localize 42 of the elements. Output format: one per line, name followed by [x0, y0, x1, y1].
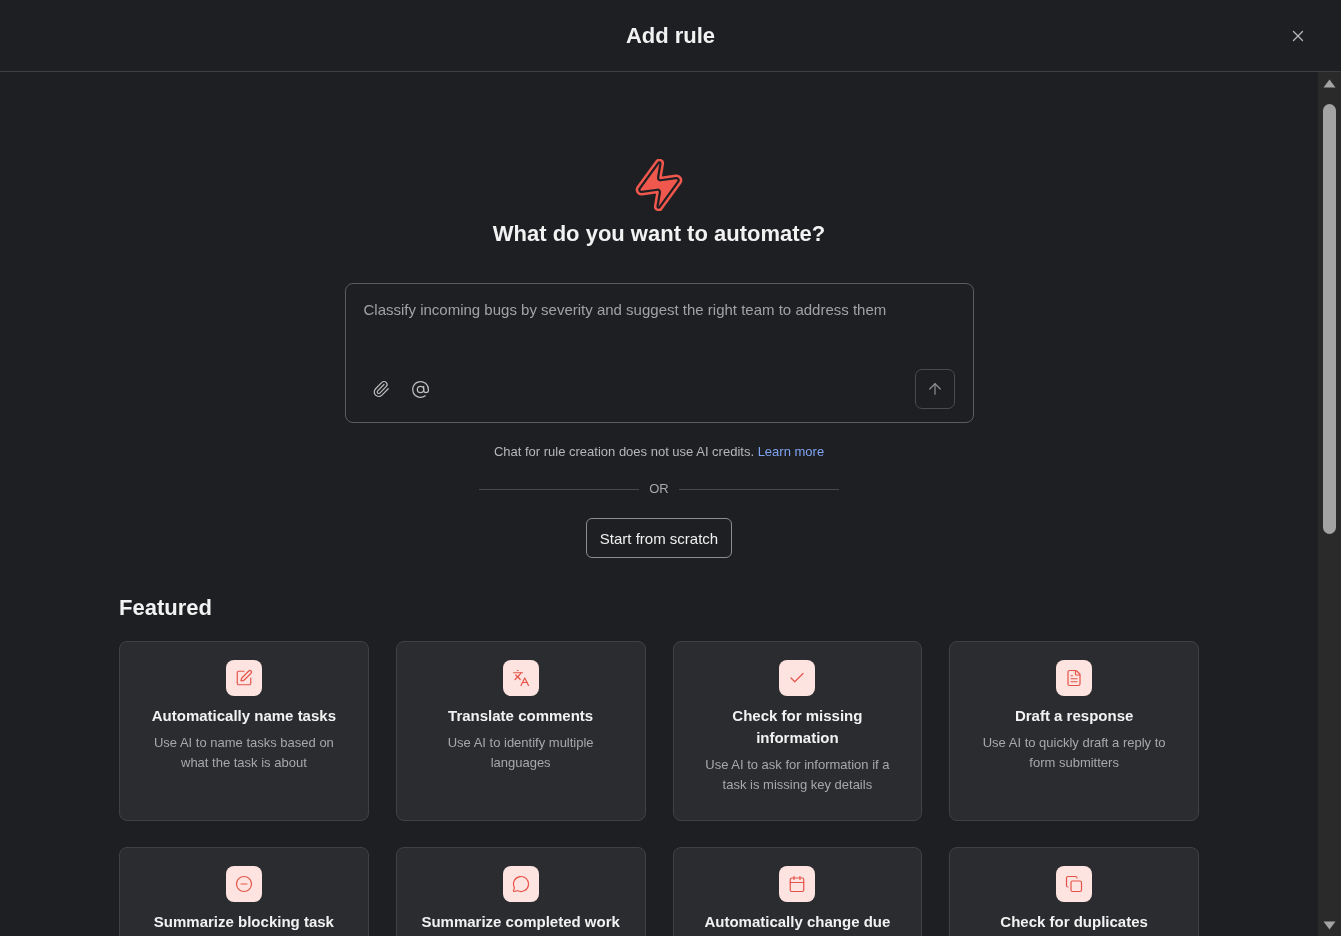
- lightning-icon: [635, 159, 683, 211]
- divider-label: OR: [649, 480, 669, 498]
- section-heading: Featured: [119, 595, 212, 621]
- rule-card[interactable]: Draft a response Use AI to quickly draft a reply to form submitters: [949, 641, 1199, 821]
- rule-card[interactable]: Summarize completed work: [395, 847, 646, 936]
- rule-card[interactable]: Translate comments Use AI to identify multiple languages: [395, 641, 646, 821]
- pencil-square-icon: [225, 660, 262, 696]
- card-title: Summarize completed work: [421, 912, 620, 932]
- scrollbar-thumb[interactable]: [1323, 104, 1336, 534]
- scroll-up-icon[interactable]: [1323, 79, 1336, 88]
- send-button[interactable]: [914, 369, 955, 409]
- learn-more-link[interactable]: Learn more: [757, 444, 825, 459]
- credits-note: Chat for rule creation does not use AI credits. Learn more: [493, 443, 825, 461]
- card-description: Use AI to name tasks based on what the task is about: [152, 734, 335, 772]
- speech-bubble-icon: [502, 866, 539, 902]
- copy-icon: [1056, 866, 1093, 902]
- rule-card[interactable]: Automatically name tasks Use AI to name tasks based on what the task is about: [119, 641, 369, 821]
- rule-card[interactable]: Summarize blocking task: [119, 847, 369, 936]
- card-description: Use AI to quickly draft a reply to form submitters: [981, 734, 1167, 772]
- card-title: Summarize blocking task: [153, 912, 334, 932]
- card-title: Check for duplicates: [1000, 912, 1148, 932]
- card-description: Use AI to identify multiple languages: [446, 734, 595, 772]
- rule-card[interactable]: Check for duplicates: [949, 847, 1199, 936]
- prompt-heading: What do you want to automate?: [492, 220, 826, 248]
- check-icon: [779, 660, 816, 696]
- card-title: Automatically change due: [704, 912, 891, 932]
- calendar-icon: [779, 866, 816, 902]
- card-title: Translate comments: [448, 706, 594, 726]
- card-title: Automatically name tasks: [151, 706, 336, 726]
- document-icon: [1056, 660, 1093, 696]
- start-from-scratch-button[interactable]: Start from scratch: [585, 518, 733, 558]
- card-title: Check for missing information: [731, 706, 864, 748]
- scroll-down-icon[interactable]: [1323, 921, 1336, 930]
- translate-icon: [502, 660, 539, 696]
- rule-card[interactable]: Automatically change due: [672, 847, 923, 936]
- prompt-field[interactable]: Classify incoming bugs by severity and suggest the right team to address them: [344, 283, 974, 423]
- card-description: Use AI to ask for information if a task is missing key details: [704, 756, 891, 794]
- rule-card[interactable]: Check for missing information Use AI to ask for information if a task is missing key details: [672, 641, 923, 821]
- card-title: Draft a response: [1014, 706, 1134, 726]
- scrollbar-track[interactable]: [1318, 72, 1341, 936]
- prompt-input[interactable]: Classify incoming bugs by severity and suggest the right team to address them: [363, 299, 955, 369]
- dialog-title: Add rule: [625, 21, 716, 50]
